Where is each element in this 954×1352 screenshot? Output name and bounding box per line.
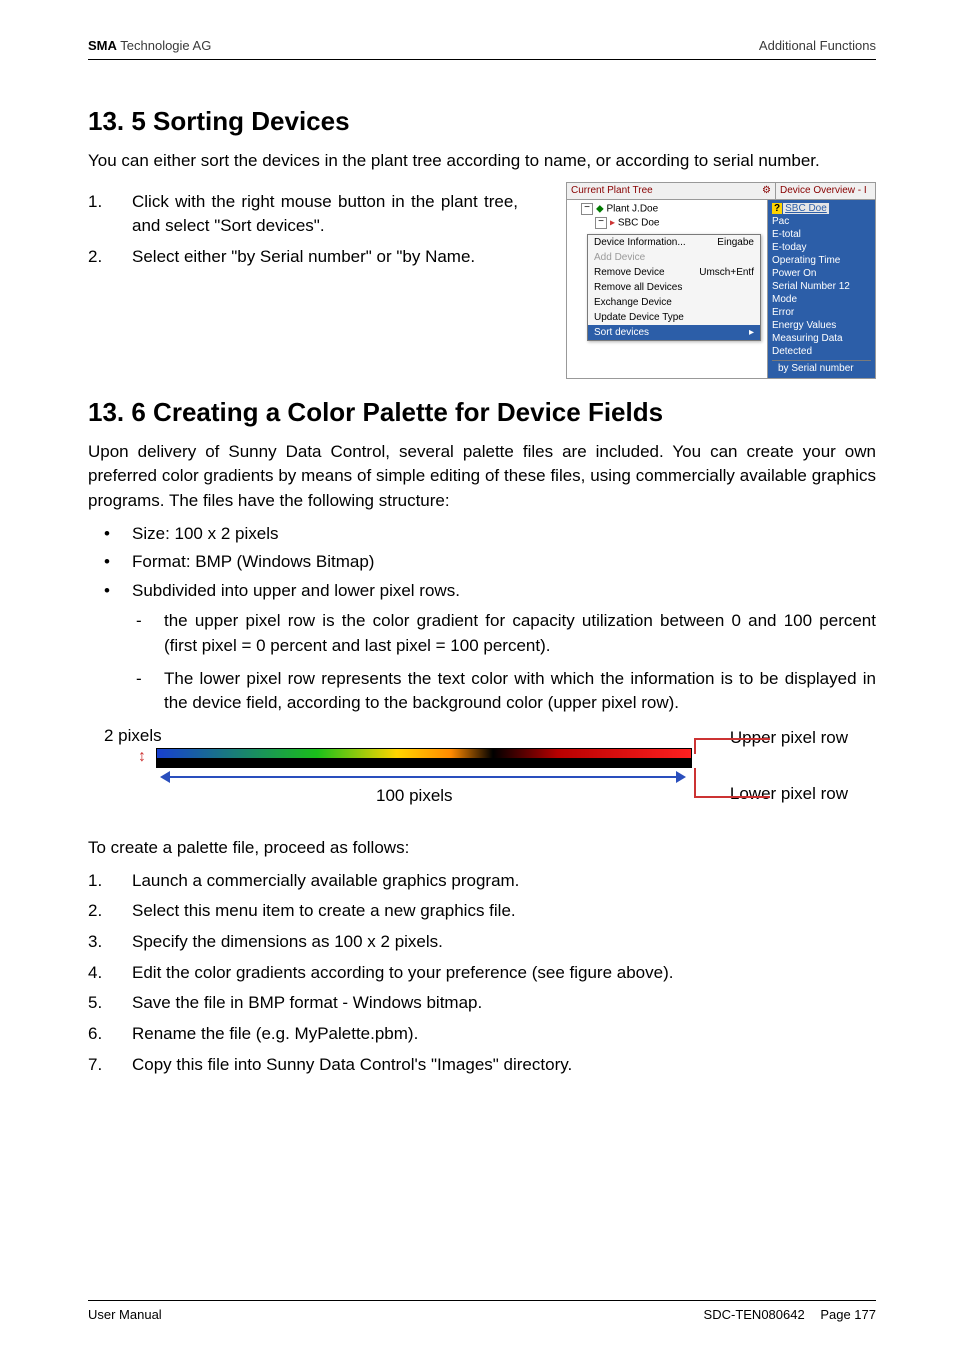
- gradient-segment: [558, 749, 692, 758]
- ctx-submenu-serial[interactable]: by Serial number: [772, 360, 871, 376]
- howto-intro: To create a palette file, proceed as fol…: [88, 836, 876, 861]
- footer-page: Page 177: [820, 1307, 876, 1322]
- help-icon[interactable]: ?: [772, 203, 782, 214]
- ctx-remove-device[interactable]: Remove DeviceUmsch+Entf: [588, 265, 760, 280]
- palette-gradient: [156, 748, 692, 768]
- height-arrow-icon: [138, 748, 146, 766]
- minus-icon[interactable]: −: [595, 217, 607, 229]
- gradient-segment: [493, 749, 557, 758]
- chevron-right-icon: ▸: [749, 327, 754, 338]
- ov-etotal: E-total: [772, 228, 871, 241]
- device-overview-panel: ?SBC Doe Pac E-total E-today Operating T…: [768, 200, 876, 379]
- brand-bold: SMA: [88, 38, 117, 53]
- bracket-upper: [694, 738, 714, 754]
- brand-rest: Technologie AG: [117, 38, 211, 53]
- howto-3: Specify the dimensions as 100 x 2 pixels…: [132, 930, 876, 955]
- ov-optime: Operating Time: [772, 254, 871, 267]
- ov-poweron: Power On: [772, 267, 871, 280]
- ctx-add-device: Add Device: [588, 250, 760, 265]
- howto-4: Edit the color gradients according to yo…: [132, 961, 876, 986]
- howto-7: Copy this file into Sunny Data Control's…: [132, 1053, 876, 1078]
- gradient-segment: [397, 749, 450, 758]
- ctx-device-info[interactable]: Device Information...Eingabe: [588, 235, 760, 250]
- palette-lower-row: [157, 758, 691, 767]
- gradient-segment: [157, 749, 317, 758]
- howto-1: Launch a commercially available graphics…: [132, 869, 876, 894]
- tree-node-plant[interactable]: −◆ Plant J.Doe: [567, 202, 767, 216]
- footer-docid: SDC-TEN080642: [704, 1307, 805, 1322]
- step-1: Click with the right mouse button in the…: [132, 190, 518, 239]
- howto-steps: 1.Launch a commercially available graphi…: [88, 869, 876, 1077]
- dash-upper: the upper pixel row is the color gradien…: [88, 609, 876, 658]
- bullet-size: Size: 100 x 2 pixels: [88, 522, 876, 547]
- header-brand: SMA Technologie AG: [88, 38, 211, 53]
- plant-tree[interactable]: −◆ Plant J.Doe −▸ SBC Doe Device Informa…: [566, 200, 768, 379]
- ov-serial: Serial Number 12: [772, 280, 871, 293]
- palette-row-desc: the upper pixel row is the color gradien…: [88, 609, 876, 716]
- gradient-segment: [317, 749, 397, 758]
- howto-2: Select this menu item to create a new gr…: [132, 899, 876, 924]
- device-overview-header: Device Overview - I: [776, 182, 876, 200]
- ov-mode: Mode: [772, 293, 871, 306]
- ctx-remove-all[interactable]: Remove all Devices: [588, 280, 760, 295]
- tree-panel-header: Current Plant Tree ⚙: [566, 182, 776, 200]
- device-link[interactable]: ?SBC Doe: [772, 202, 871, 215]
- gear-icon[interactable]: ⚙: [762, 185, 771, 196]
- page-footer: User Manual SDC-TEN080642 Page 177: [88, 1300, 876, 1322]
- section-13-5-steps: 1.Click with the right mouse button in t…: [88, 190, 518, 270]
- label-100px: 100 pixels: [376, 786, 453, 806]
- step-2: Select either "by Serial number" or "by …: [132, 245, 518, 270]
- tree-node-sbc[interactable]: −▸ SBC Doe: [567, 216, 767, 230]
- footer-left: User Manual: [88, 1307, 162, 1322]
- section-13-5-title: 13. 5 Sorting Devices: [88, 106, 876, 137]
- bullet-subdiv: Subdivided into upper and lower pixel ro…: [88, 579, 876, 604]
- minus-icon[interactable]: −: [581, 203, 593, 215]
- ctx-exchange[interactable]: Exchange Device: [588, 295, 760, 310]
- page-header: SMA Technologie AG Additional Functions: [88, 38, 876, 60]
- section-13-6-intro: Upon delivery of Sunny Data Control, sev…: [88, 440, 876, 514]
- ov-pac: Pac: [772, 215, 871, 228]
- bracket-lower: [694, 768, 714, 798]
- plant-tree-screenshot: Current Plant Tree ⚙ Device Overview - I…: [566, 182, 876, 379]
- palette-figure: 2 pixels Upper pixel row Lower pixel row…: [88, 726, 876, 818]
- section-13-6-title: 13. 6 Creating a Color Palette for Devic…: [88, 397, 876, 428]
- ctx-sort-devices[interactable]: Sort devices▸: [588, 325, 760, 340]
- gradient-segment: [451, 749, 494, 758]
- howto-5: Save the file in BMP format - Windows bi…: [132, 991, 876, 1016]
- ov-measuring: Measuring Data: [772, 332, 871, 345]
- ov-energy: Energy Values: [772, 319, 871, 332]
- bullet-format: Format: BMP (Windows Bitmap): [88, 550, 876, 575]
- context-menu: Device Information...Eingabe Add Device …: [587, 234, 761, 341]
- ctx-update-type[interactable]: Update Device Type: [588, 310, 760, 325]
- palette-structure-list: Size: 100 x 2 pixels Format: BMP (Window…: [88, 522, 876, 604]
- dash-lower: The lower pixel row represents the text …: [88, 667, 876, 716]
- ov-detected: Detected: [772, 345, 871, 358]
- width-arrow-icon: [160, 770, 686, 784]
- header-section: Additional Functions: [759, 38, 876, 53]
- ov-error: Error: [772, 306, 871, 319]
- ov-etoday: E-today: [772, 241, 871, 254]
- section-13-5-intro: You can either sort the devices in the p…: [88, 149, 876, 174]
- howto-6: Rename the file (e.g. MyPalette.pbm).: [132, 1022, 876, 1047]
- label-lower-row: Lower pixel row: [730, 784, 848, 804]
- label-2px: 2 pixels: [104, 726, 162, 746]
